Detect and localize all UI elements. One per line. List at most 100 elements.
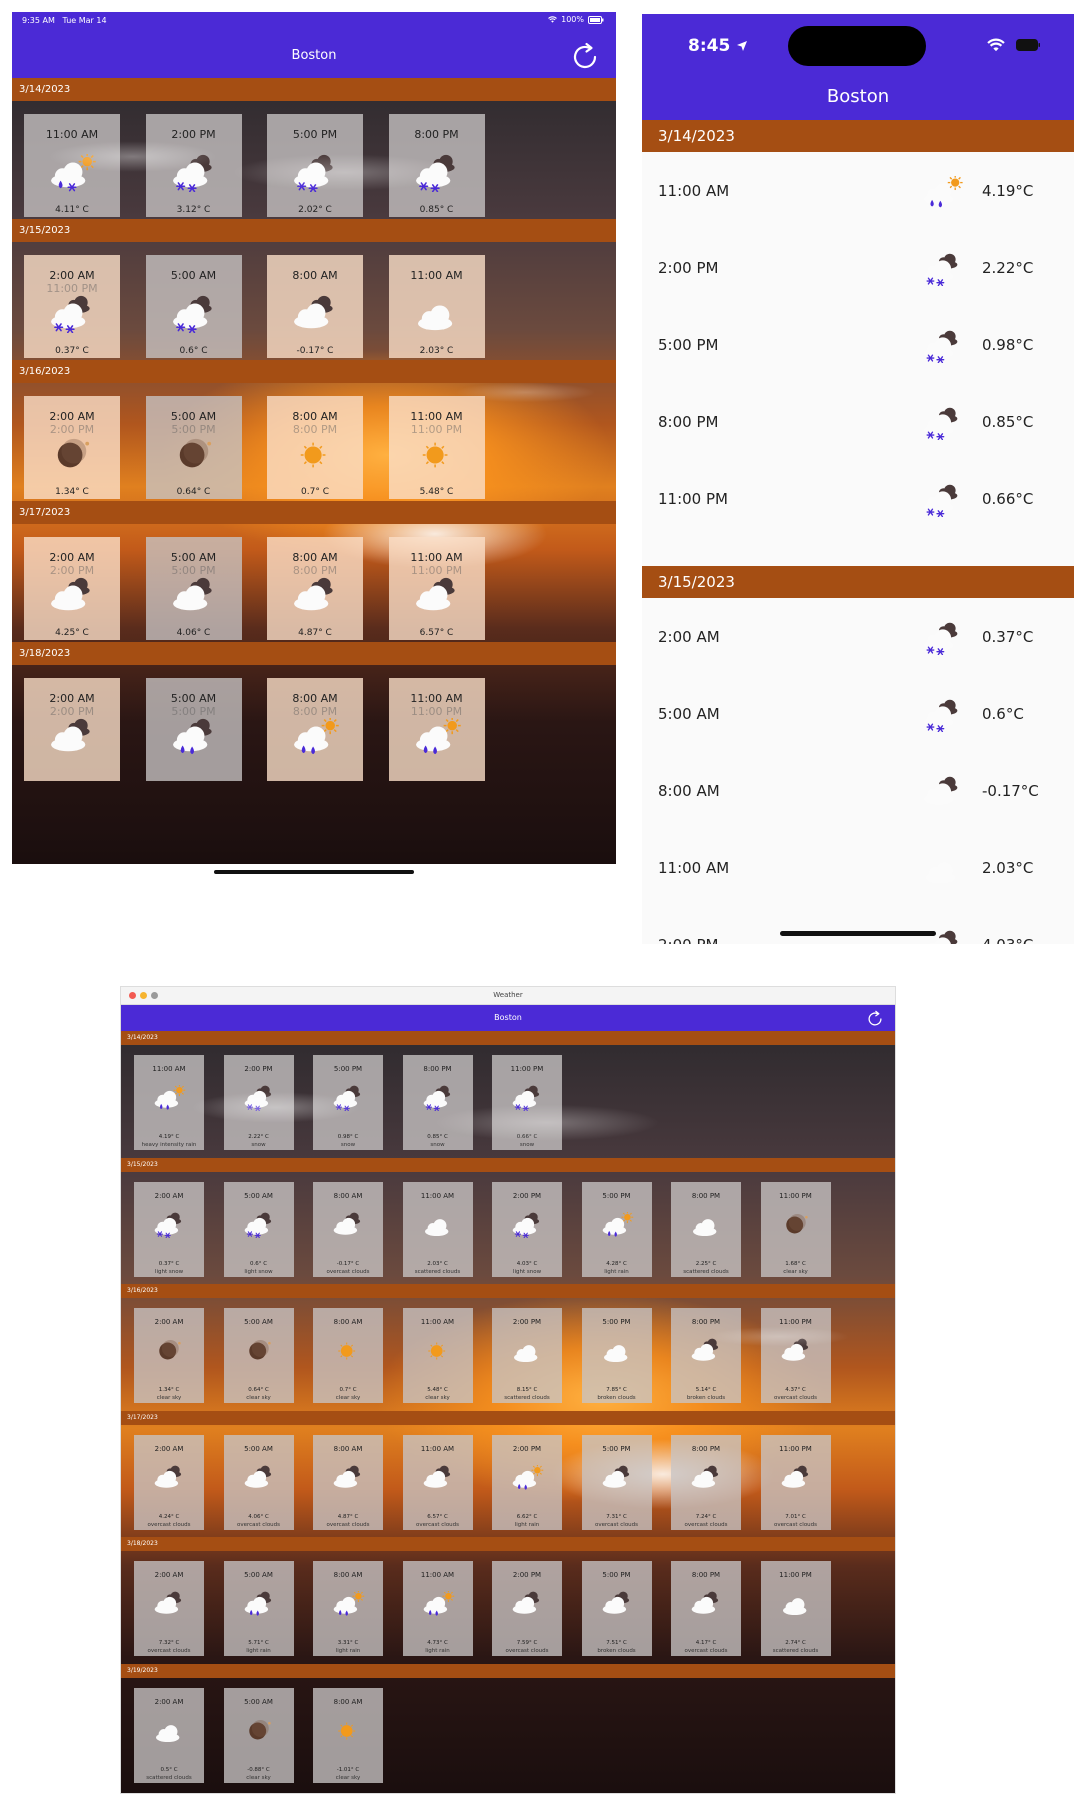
- forecast-row[interactable]: 2:00 PM 4.03°C: [642, 906, 1074, 944]
- forecast-card[interactable]: 8:00 AM -0.17° C: [267, 255, 363, 358]
- forecast-card[interactable]: 11:00 AM 11:00 PM: [388, 678, 485, 781]
- forecast-temp: 2.03° C: [419, 346, 454, 356]
- forecast-card[interactable]: 5:00 PM 0.98° C snow: [313, 1055, 383, 1150]
- refresh-icon[interactable]: [568, 40, 602, 74]
- forecast-card[interactable]: 5:00 AM 0.6° C: [145, 255, 242, 358]
- forecast-row[interactable]: 2:00 PM 2.22°C: [642, 229, 1074, 306]
- forecast-card[interactable]: 11:00 PM 2.74° C scattered clouds: [760, 1561, 831, 1656]
- page-title: Boston: [291, 48, 337, 63]
- forecast-card[interactable]: 11:00 AM 5.48° C clear sky: [402, 1308, 473, 1403]
- forecast-card[interactable]: 2:00 PM 8.15° C scattered clouds: [492, 1308, 562, 1403]
- forecast-temp: 2.03° C: [427, 1260, 448, 1267]
- forecast-card[interactable]: 5:00 AM 5:00 PM 0.64° C: [145, 396, 242, 499]
- forecast-card[interactable]: 8:00 AM 3.31° C light rain: [313, 1561, 383, 1656]
- forecast-time: 11:00 AM: [420, 1318, 455, 1326]
- forecast-card[interactable]: 2:00 AM 4.24° C overcast clouds: [134, 1434, 204, 1530]
- forecast-card[interactable]: 8:00 PM 7.24° C overcast clouds: [671, 1434, 741, 1530]
- forecast-card[interactable]: 11:00 AM 2.03° C scattered clouds: [402, 1181, 473, 1277]
- forecast-card[interactable]: 2:00 PM 6.62° C light rain: [492, 1434, 562, 1530]
- forecast-card[interactable]: 11:00 PM 4.37° C overcast clouds: [760, 1308, 831, 1403]
- forecast-card[interactable]: 5:00 AM 0.6° C light snow: [223, 1181, 294, 1277]
- forecast-card[interactable]: 11:00 PM 1.68° C clear sky: [760, 1181, 831, 1277]
- forecast-time: 8:00 AM: [333, 1697, 363, 1706]
- forecast-card[interactable]: 8:00 PM 5.14° C broken clouds: [671, 1308, 741, 1403]
- forecast-card[interactable]: 11:00 AM 6.57° C overcast clouds: [402, 1434, 473, 1530]
- forecast-description: light rain: [604, 1268, 629, 1275]
- forecast-card[interactable]: 11:00 AM 4.73° C light rain: [402, 1561, 473, 1656]
- forecast-temp: 4.37° C: [785, 1387, 806, 1393]
- forecast-card[interactable]: 11:00 AM 11:00 PM 6.57° C: [388, 537, 485, 640]
- forecast-card[interactable]: 2:00 AM 11:00 PM 0.37° C: [24, 255, 120, 358]
- forecast-card[interactable]: 8:00 AM 8:00 PM 4.87° C: [267, 537, 363, 640]
- forecast-card[interactable]: 8:00 AM -1.01° C clear sky: [313, 1687, 383, 1783]
- forecast-row[interactable]: 11:00 PM 0.66°C: [642, 460, 1074, 537]
- forecast-card[interactable]: 5:00 PM 7.51° C broken clouds: [581, 1561, 652, 1656]
- forecast-card[interactable]: 8:00 PM 2.25° C scattered clouds: [671, 1181, 741, 1277]
- snow-cloud-icon: [51, 295, 90, 334]
- forecast-description: overcast clouds: [147, 1648, 191, 1654]
- forecast-card[interactable]: 11:00 AM 4.19° C heavy intensity rain: [134, 1055, 204, 1150]
- forecast-card[interactable]: 8:00 AM 0.7° C clear sky: [313, 1308, 383, 1403]
- forecast-card[interactable]: 11:00 PM 0.66° C snow: [492, 1055, 562, 1150]
- forecast-card[interactable]: 5:00 AM 5.71° C light rain: [223, 1561, 294, 1656]
- forecast-card[interactable]: 8:00 AM 8:00 PM: [267, 678, 363, 781]
- forecast-temp: 5.71° C: [248, 1640, 269, 1646]
- forecast-card[interactable]: 2:00 AM 1.34° C clear sky: [134, 1308, 204, 1403]
- forecast-card[interactable]: 2:00 PM 4.03° C light snow: [492, 1181, 562, 1277]
- forecast-card[interactable]: 11:00 AM 2.03° C: [388, 255, 485, 358]
- forecast-temp: 6.57° C: [419, 628, 454, 638]
- forecast-card[interactable]: 2:00 AM 0.37° C light snow: [134, 1181, 204, 1277]
- forecast-card[interactable]: 5:00 AM 4.06° C overcast clouds: [223, 1434, 294, 1530]
- forecast-card[interactable]: 5:00 PM 4.28° C light rain: [581, 1181, 652, 1277]
- forecast-time-secondary: 2:00 PM: [49, 564, 95, 577]
- overcast-cloud-icon: [781, 1465, 808, 1488]
- snow-cloud-icon: [172, 154, 212, 193]
- forecast-card[interactable]: 8:00 AM 4.87° C overcast clouds: [313, 1434, 383, 1530]
- forecast-row[interactable]: 2:00 AM 0.37°C: [642, 598, 1074, 675]
- forecast-card[interactable]: 2:00 PM 7.59° C overcast clouds: [492, 1561, 562, 1656]
- forecast-row[interactable]: 8:00 PM 0.85°C: [642, 383, 1074, 460]
- forecast-card[interactable]: 5:00 PM 7.85° C broken clouds: [581, 1308, 652, 1403]
- forecast-time: 11:00 AM: [410, 551, 463, 564]
- forecast-card[interactable]: 2:00 PM 2.22° C snow: [223, 1055, 294, 1150]
- forecast-card[interactable]: 5:00 AM -0.88° C clear sky: [223, 1687, 294, 1783]
- rain-sun-icon: [923, 175, 963, 208]
- forecast-card[interactable]: 2:00 AM 2:00 PM: [24, 678, 120, 781]
- forecast-card[interactable]: 5:00 PM 2.02° C: [267, 114, 363, 217]
- forecast-card[interactable]: 2:00 AM 7.32° C overcast clouds: [134, 1561, 204, 1656]
- forecast-card[interactable]: 2:00 PM 3.12° C: [145, 114, 242, 217]
- forecast-row[interactable]: 5:00 PM 0.98°C: [642, 306, 1074, 383]
- iphone-window: 8:45 Boston 3/14/2023 11:00 AM 4.19°C 2:…: [642, 14, 1074, 944]
- forecast-card[interactable]: 8:00 AM -0.17° C overcast clouds: [313, 1181, 383, 1277]
- ipad-forecast-list[interactable]: 3/14/2023 11:00 AM 4.11° C 2:00 PM 3.12°…: [12, 78, 616, 864]
- forecast-row[interactable]: 11:00 AM 2.03°C: [642, 829, 1074, 906]
- forecast-temp: 7.01° C: [785, 1513, 806, 1520]
- location-arrow-icon: [737, 41, 748, 51]
- sun-icon: [338, 1342, 356, 1360]
- forecast-card[interactable]: 2:00 AM 2:00 PM 1.34° C: [24, 396, 120, 499]
- forecast-card[interactable]: 5:00 PM 7.31° C overcast clouds: [581, 1434, 652, 1530]
- white-cloud-icon: [693, 1218, 717, 1236]
- forecast-row[interactable]: 11:00 AM 4.19°C: [642, 152, 1074, 229]
- forecast-card[interactable]: 2:00 AM 0.5° C scattered clouds: [134, 1687, 204, 1783]
- moon-icon: [57, 438, 90, 468]
- forecast-row[interactable]: 8:00 AM -0.17°C: [642, 752, 1074, 829]
- mac-forecast-grid[interactable]: 3/14/2023 11:00 AM 4.19° C heavy intensi…: [121, 1031, 895, 1793]
- forecast-card[interactable]: 5:00 AM 5:00 PM 4.06° C: [145, 537, 242, 640]
- forecast-row[interactable]: 5:00 AM 0.6°C: [642, 675, 1074, 752]
- forecast-card[interactable]: 5:00 AM 5:00 PM: [145, 678, 242, 781]
- forecast-card[interactable]: 8:00 PM 4.17° C overcast clouds: [671, 1561, 741, 1656]
- mac-title-bar[interactable]: Weather: [121, 987, 895, 1005]
- forecast-card[interactable]: 11:00 PM 7.01° C overcast clouds: [760, 1434, 831, 1530]
- snow-cloud-icon: [923, 699, 958, 733]
- refresh-icon[interactable]: [865, 1009, 885, 1029]
- forecast-card[interactable]: 8:00 AM 8:00 PM 0.7° C: [267, 396, 363, 499]
- forecast-card[interactable]: 8:00 PM 0.85° C: [388, 114, 485, 217]
- forecast-description: snow: [340, 1142, 356, 1148]
- forecast-card[interactable]: 11:00 AM 11:00 PM 5.48° C: [388, 396, 485, 499]
- forecast-card[interactable]: 2:00 AM 2:00 PM 4.25° C: [24, 537, 120, 640]
- overcast-cloud-icon: [423, 1465, 450, 1488]
- forecast-card[interactable]: 8:00 PM 0.85° C snow: [402, 1055, 473, 1150]
- forecast-card[interactable]: 5:00 AM 0.64° C clear sky: [223, 1308, 294, 1403]
- forecast-card[interactable]: 11:00 AM 4.11° C: [24, 114, 120, 217]
